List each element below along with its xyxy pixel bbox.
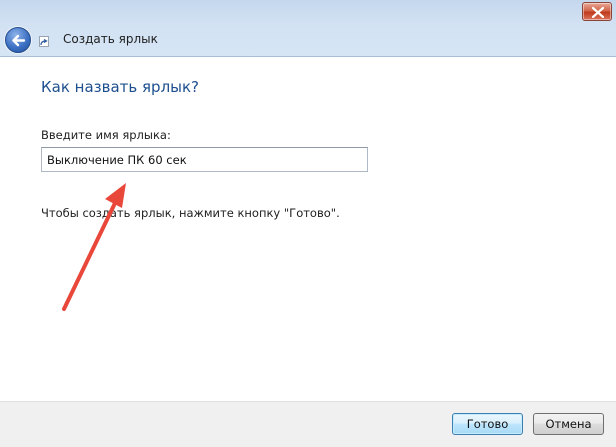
annotation-arrow — [62, 183, 126, 311]
cancel-button[interactable]: Отмена — [533, 413, 604, 435]
button-bar — [0, 401, 616, 447]
finish-button[interactable]: Готово — [452, 413, 523, 435]
